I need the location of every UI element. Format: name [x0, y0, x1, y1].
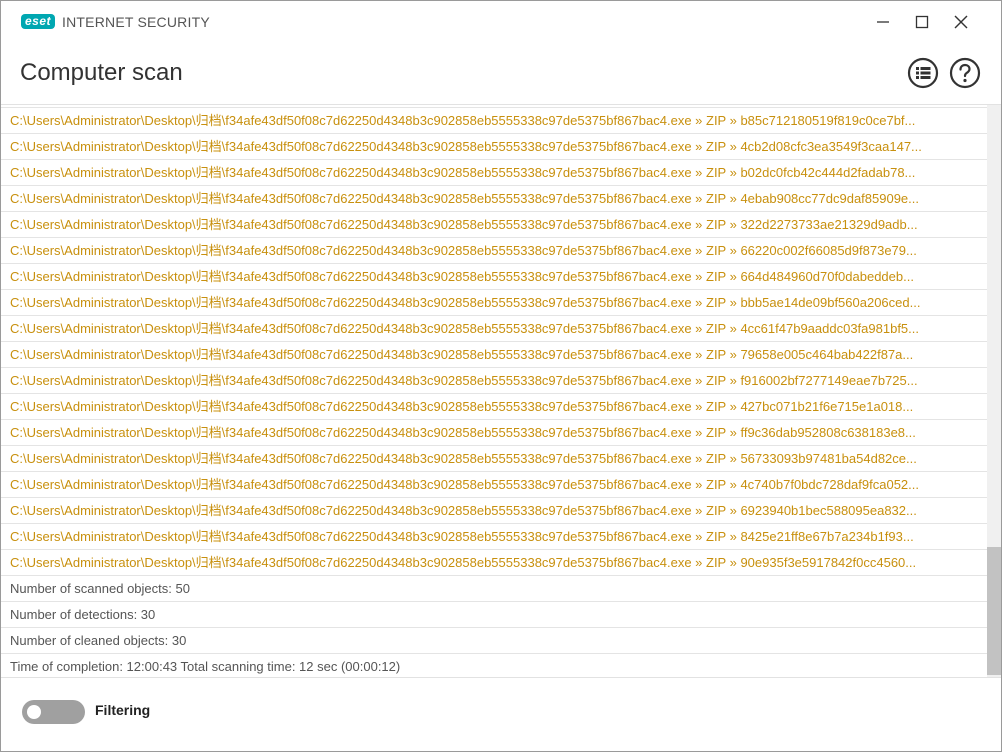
close-button[interactable]	[943, 7, 979, 37]
minimize-icon	[877, 21, 889, 23]
detection-row[interactable]: C:\Users\Administrator\Desktop\归档\f34afe…	[1, 108, 987, 134]
detection-row[interactable]: C:\Users\Administrator\Desktop\归档\f34afe…	[1, 446, 987, 472]
detection-row[interactable]: C:\Users\Administrator\Desktop\归档\f34afe…	[1, 368, 987, 394]
filtering-label: Filtering	[95, 702, 151, 718]
detection-row[interactable]: C:\Users\Administrator\Desktop\归档\f34afe…	[1, 186, 987, 212]
detection-row[interactable]: C:\Users\Administrator\Desktop\归档\f34afe…	[1, 342, 987, 368]
stat-row: Number of scanned objects: 50	[1, 576, 987, 602]
detection-row[interactable]: C:\Users\Administrator\Desktop\归档\f34afe…	[1, 550, 987, 576]
help-icon	[949, 57, 981, 89]
detection-row[interactable]: C:\Users\Administrator\Desktop\归档\f34afe…	[1, 238, 987, 264]
detection-row[interactable]: C:\Users\Administrator\Desktop\归档\f34afe…	[1, 212, 987, 238]
close-icon	[954, 15, 968, 29]
detection-row[interactable]: C:\Users\Administrator\Desktop\归档\f34afe…	[1, 264, 987, 290]
scan-log: C:\Users\Administrator\Desktop\归档\f34afe…	[1, 104, 1001, 678]
page-title: Computer scan	[20, 59, 183, 86]
list-icon	[907, 57, 939, 89]
minimize-button[interactable]	[865, 7, 901, 37]
detection-row[interactable]: C:\Users\Administrator\Desktop\归档\f34afe…	[1, 420, 987, 446]
stat-row: Time of completion: 12:00:43 Total scann…	[1, 654, 987, 678]
eset-logo: eset INTERNET SECURITY	[21, 13, 210, 30]
detection-row[interactable]: C:\Users\Administrator\Desktop\归档\f34afe…	[1, 472, 987, 498]
detection-row[interactable]: C:\Users\Administrator\Desktop\归档\f34afe…	[1, 134, 987, 160]
scrollbar[interactable]	[987, 105, 1001, 678]
eset-window: eset INTERNET SECURITY Computer scan C:\…	[0, 0, 1002, 752]
filtering-toggle[interactable]	[22, 700, 85, 724]
maximize-icon	[915, 15, 929, 29]
detection-row[interactable]: C:\Users\Administrator\Desktop\归档\f34afe…	[1, 290, 987, 316]
list-view-button[interactable]	[907, 57, 939, 89]
maximize-button[interactable]	[904, 7, 940, 37]
stat-row: Number of detections: 30	[1, 602, 987, 628]
detection-row[interactable]: C:\Users\Administrator\Desktop\归档\f34afe…	[1, 394, 987, 420]
scan-log-rows: C:\Users\Administrator\Desktop\归档\f34afe…	[1, 105, 987, 678]
detection-row[interactable]: C:\Users\Administrator\Desktop\归档\f34afe…	[1, 524, 987, 550]
scrollbar-thumb[interactable]	[987, 547, 1001, 675]
product-name: INTERNET SECURITY	[62, 13, 210, 30]
detection-row[interactable]: C:\Users\Administrator\Desktop\归档\f34afe…	[1, 160, 987, 186]
stat-row: Number of cleaned objects: 30	[1, 628, 987, 654]
detection-row[interactable]: C:\Users\Administrator\Desktop\归档\f34afe…	[1, 316, 987, 342]
detection-row[interactable]: C:\Users\Administrator\Desktop\归档\f34afe…	[1, 498, 987, 524]
title-bar: eset INTERNET SECURITY	[1, 1, 1001, 43]
toggle-knob	[27, 705, 41, 719]
brand-badge: eset	[21, 14, 56, 29]
footer-divider	[1, 677, 1001, 678]
help-button[interactable]	[949, 57, 981, 89]
